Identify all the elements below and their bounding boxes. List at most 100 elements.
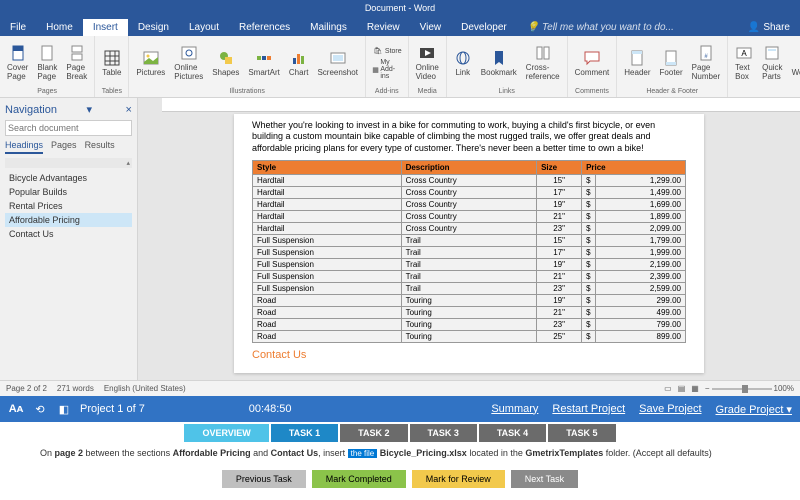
nav-item[interactable]: Bicycle Advantages [5, 171, 132, 185]
screenshot-button[interactable]: Screenshot [314, 47, 360, 79]
link-button[interactable]: Link [451, 47, 475, 79]
nav-item[interactable]: Rental Prices [5, 199, 132, 213]
section-heading: Contact Us [252, 349, 686, 361]
navigation-pane: Navigation▾× Headings Pages Results ▴ Bi… [0, 98, 138, 380]
cover-page-button[interactable]: Cover Page [4, 42, 31, 83]
tab-task1[interactable]: TASK 1 [271, 424, 338, 442]
wordart-button[interactable]: AWordArt [789, 47, 800, 79]
tab-insert[interactable]: Insert [83, 19, 128, 36]
task-tabs: OVERVIEW TASK 1 TASK 2 TASK 3 TASK 4 TAS… [0, 422, 800, 444]
nav-collapse[interactable]: ▴ [5, 158, 132, 168]
status-page[interactable]: Page 2 of 2 [6, 384, 47, 393]
grade-link[interactable]: Grade Project ▾ [716, 403, 792, 416]
tab-mailings[interactable]: Mailings [300, 19, 357, 36]
tab-home[interactable]: Home [36, 19, 83, 36]
table-row: HardtailCross Country15"$1,299.00 [253, 174, 686, 186]
cover-page-icon [9, 44, 27, 62]
layout-icon[interactable]: ◧ [56, 401, 72, 417]
page-break-button[interactable]: Page Break [63, 42, 90, 83]
table-row: HardtailCross Country17"$1,499.00 [253, 186, 686, 198]
nav-search-input[interactable] [5, 120, 132, 136]
textbox-button[interactable]: AText Box [732, 42, 756, 83]
group-comments: Comments [572, 87, 613, 95]
share-icon: 👤 [748, 22, 760, 33]
mark-review-button[interactable]: Mark for Review [412, 470, 505, 488]
svg-text:A: A [741, 49, 747, 58]
next-task-button[interactable]: Next Task [511, 470, 578, 488]
table-row: Full SuspensionTrail21"$2,399.00 [253, 270, 686, 282]
tab-task2[interactable]: TASK 2 [340, 424, 407, 442]
footer-icon [662, 49, 680, 67]
document-area[interactable]: Whether you're looking to invest in a bi… [138, 98, 800, 380]
smartart-button[interactable]: SmartArt [245, 47, 283, 79]
reset-icon[interactable]: ⟲ [32, 401, 48, 417]
nav-item[interactable]: Contact Us [5, 227, 132, 241]
tab-view[interactable]: View [410, 19, 452, 36]
shapes-button[interactable]: Shapes [209, 47, 242, 79]
nav-close-icon[interactable]: × [126, 104, 132, 116]
ruler[interactable] [162, 98, 800, 112]
nav-tab-headings[interactable]: Headings [5, 140, 43, 154]
previous-task-button[interactable]: Previous Task [222, 470, 306, 488]
link-icon [454, 49, 472, 67]
tab-file[interactable]: File [0, 19, 36, 36]
nav-tab-results[interactable]: Results [85, 140, 115, 154]
page-number-button[interactable]: #Page Number [689, 42, 723, 83]
group-text: Text [732, 87, 800, 95]
tab-developer[interactable]: Developer [451, 19, 517, 36]
view-print-icon[interactable]: ▤ [678, 384, 686, 393]
header-button[interactable]: Header [621, 47, 653, 79]
task-buttons: Previous Task Mark Completed Mark for Re… [0, 460, 800, 498]
view-web-icon[interactable]: ▦ [691, 384, 699, 393]
col-desc: Description [401, 160, 537, 174]
tab-references[interactable]: References [229, 19, 300, 36]
table-row: HardtailCross Country23"$2,099.00 [253, 222, 686, 234]
restart-link[interactable]: Restart Project [552, 403, 625, 416]
chart-icon [290, 49, 308, 67]
chart-button[interactable]: Chart [286, 47, 312, 79]
status-words[interactable]: 271 words [57, 384, 94, 393]
summary-link[interactable]: Summary [491, 403, 538, 416]
tab-design[interactable]: Design [128, 19, 179, 36]
quick-parts-button[interactable]: Quick Parts [759, 42, 785, 83]
store-button[interactable]: 🛍Store [370, 44, 404, 58]
quick-parts-icon [763, 44, 781, 62]
tell-me[interactable]: 💡 Tell me what you want to do... [517, 19, 684, 36]
bookmark-button[interactable]: Bookmark [478, 47, 520, 79]
table-button[interactable]: Table [99, 47, 124, 79]
gmetrix-bar: Aᴀ ⟲ ◧ Project 1 of 7 00:48:50 Summary R… [0, 396, 800, 422]
pictures-button[interactable]: Pictures [133, 47, 168, 79]
tab-layout[interactable]: Layout [179, 19, 229, 36]
table-row: Full SuspensionTrail15"$1,799.00 [253, 234, 686, 246]
tab-task5[interactable]: TASK 5 [548, 424, 615, 442]
comment-button[interactable]: Comment [572, 47, 613, 79]
nav-tab-pages[interactable]: Pages [51, 140, 77, 154]
task-instructions: On page 2 between the sections Affordabl… [0, 444, 800, 460]
nav-item[interactable]: Affordable Pricing [5, 213, 132, 227]
tab-task3[interactable]: TASK 3 [410, 424, 477, 442]
font-size-icon[interactable]: Aᴀ [8, 401, 24, 417]
shapes-icon [217, 49, 235, 67]
cross-reference-button[interactable]: Cross-reference [523, 42, 563, 83]
status-lang[interactable]: English (United States) [104, 384, 186, 393]
nav-dropdown-icon[interactable]: ▾ [87, 103, 93, 116]
blank-page-button[interactable]: Blank Page [34, 42, 60, 83]
page-number-icon: # [697, 44, 715, 62]
online-video-button[interactable]: Online Video [413, 42, 442, 83]
nav-item[interactable]: Popular Builds [5, 185, 132, 199]
my-addins-button[interactable]: ▦My Add-ins [370, 58, 404, 81]
save-link[interactable]: Save Project [639, 403, 701, 416]
col-style: Style [253, 160, 402, 174]
share-button[interactable]: 👤Share [738, 19, 800, 36]
online-pictures-button[interactable]: Online Pictures [171, 42, 206, 83]
view-read-icon[interactable]: ▭ [664, 384, 672, 393]
page: Whether you're looking to invest in a bi… [234, 114, 704, 373]
col-size: Size [537, 160, 582, 174]
tab-overview[interactable]: OVERVIEW [184, 424, 268, 442]
footer-button[interactable]: Footer [657, 47, 686, 79]
cross-ref-icon [534, 44, 552, 62]
zoom-slider[interactable]: −100% [705, 384, 794, 393]
tab-review[interactable]: Review [357, 19, 410, 36]
tab-task4[interactable]: TASK 4 [479, 424, 546, 442]
mark-completed-button[interactable]: Mark Completed [312, 470, 406, 488]
